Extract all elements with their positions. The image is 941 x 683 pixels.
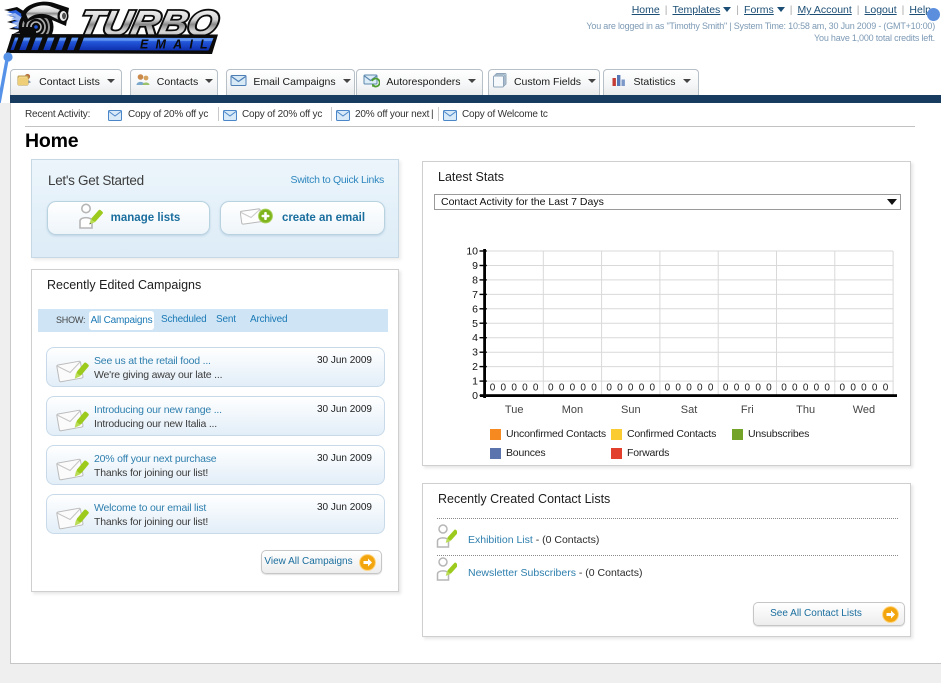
- svg-text:0: 0: [734, 383, 740, 394]
- svg-text:0: 0: [522, 383, 528, 394]
- svg-text:0: 0: [639, 383, 645, 394]
- svg-text:0: 0: [872, 383, 878, 394]
- svg-text:3: 3: [472, 347, 478, 359]
- svg-text:0: 0: [755, 383, 761, 394]
- svg-text:4: 4: [472, 332, 478, 344]
- svg-text:0: 0: [606, 383, 612, 394]
- svg-text:0: 0: [803, 383, 809, 394]
- svg-text:8: 8: [472, 274, 478, 286]
- svg-text:0: 0: [824, 383, 830, 394]
- svg-text:0: 0: [665, 383, 671, 394]
- svg-text:0: 0: [840, 383, 846, 394]
- svg-text:0: 0: [697, 383, 703, 394]
- svg-text:0: 0: [501, 383, 507, 394]
- svg-text:0: 0: [472, 390, 478, 402]
- svg-text:0: 0: [850, 383, 856, 394]
- svg-text:0: 0: [650, 383, 656, 394]
- svg-text:0: 0: [570, 383, 576, 394]
- svg-text:Sat: Sat: [681, 404, 698, 416]
- svg-text:0: 0: [580, 383, 586, 394]
- svg-text:0: 0: [511, 383, 517, 394]
- svg-text:0: 0: [628, 383, 634, 394]
- svg-text:Tue: Tue: [505, 404, 524, 416]
- svg-text:Mon: Mon: [562, 404, 583, 416]
- svg-text:0: 0: [883, 383, 889, 394]
- svg-text:0: 0: [559, 383, 565, 394]
- svg-text:9: 9: [472, 260, 478, 272]
- svg-text:Fri: Fri: [741, 404, 754, 416]
- svg-text:10: 10: [466, 246, 478, 258]
- svg-text:0: 0: [814, 383, 820, 394]
- svg-text:0: 0: [861, 383, 867, 394]
- svg-text:0: 0: [490, 383, 496, 394]
- svg-text:Sun: Sun: [621, 404, 641, 416]
- svg-text:0: 0: [617, 383, 623, 394]
- svg-text:0: 0: [548, 383, 554, 394]
- svg-text:0: 0: [792, 383, 798, 394]
- svg-text:0: 0: [686, 383, 692, 394]
- svg-text:0: 0: [675, 383, 681, 394]
- svg-text:0: 0: [533, 383, 539, 394]
- svg-text:0: 0: [723, 383, 729, 394]
- svg-text:Thu: Thu: [796, 404, 815, 416]
- svg-text:0: 0: [745, 383, 751, 394]
- svg-text:6: 6: [472, 303, 478, 315]
- svg-text:7: 7: [472, 289, 478, 301]
- svg-text:0: 0: [708, 383, 714, 394]
- svg-text:Wed: Wed: [853, 404, 875, 416]
- svg-text:0: 0: [591, 383, 597, 394]
- svg-text:2: 2: [472, 361, 478, 373]
- svg-text:EMAIL: EMAIL: [140, 38, 215, 52]
- svg-text:5: 5: [472, 318, 478, 330]
- svg-text:1: 1: [472, 376, 478, 388]
- svg-text:0: 0: [781, 383, 787, 394]
- svg-text:0: 0: [766, 383, 772, 394]
